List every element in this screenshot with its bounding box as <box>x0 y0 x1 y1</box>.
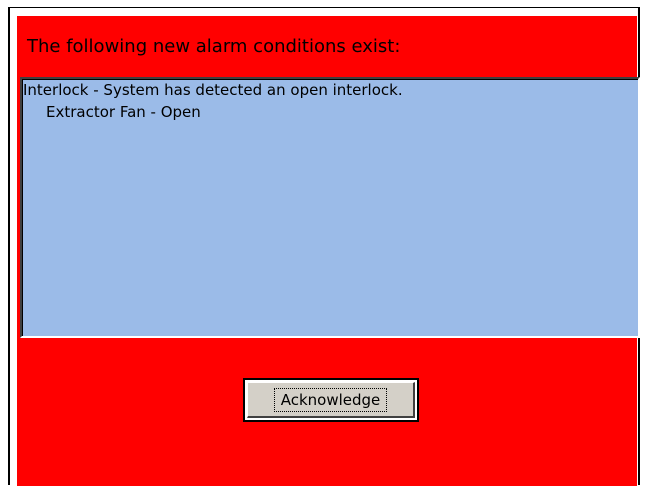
alarm-list-item[interactable]: Extractor Fan - Open <box>22 101 638 123</box>
alarm-list-item[interactable]: Interlock - System has detected an open … <box>22 79 638 101</box>
alarm-window: The following new alarm conditions exist… <box>8 7 640 486</box>
acknowledge-button-face[interactable]: Acknowledge <box>247 382 415 418</box>
acknowledge-button[interactable]: Acknowledge <box>243 378 419 422</box>
alarm-panel: The following new alarm conditions exist… <box>17 16 640 486</box>
alarm-heading: The following new alarm conditions exist… <box>27 36 401 57</box>
acknowledge-button-label: Acknowledge <box>273 387 388 412</box>
alarm-list[interactable]: Interlock - System has detected an open … <box>20 77 640 338</box>
